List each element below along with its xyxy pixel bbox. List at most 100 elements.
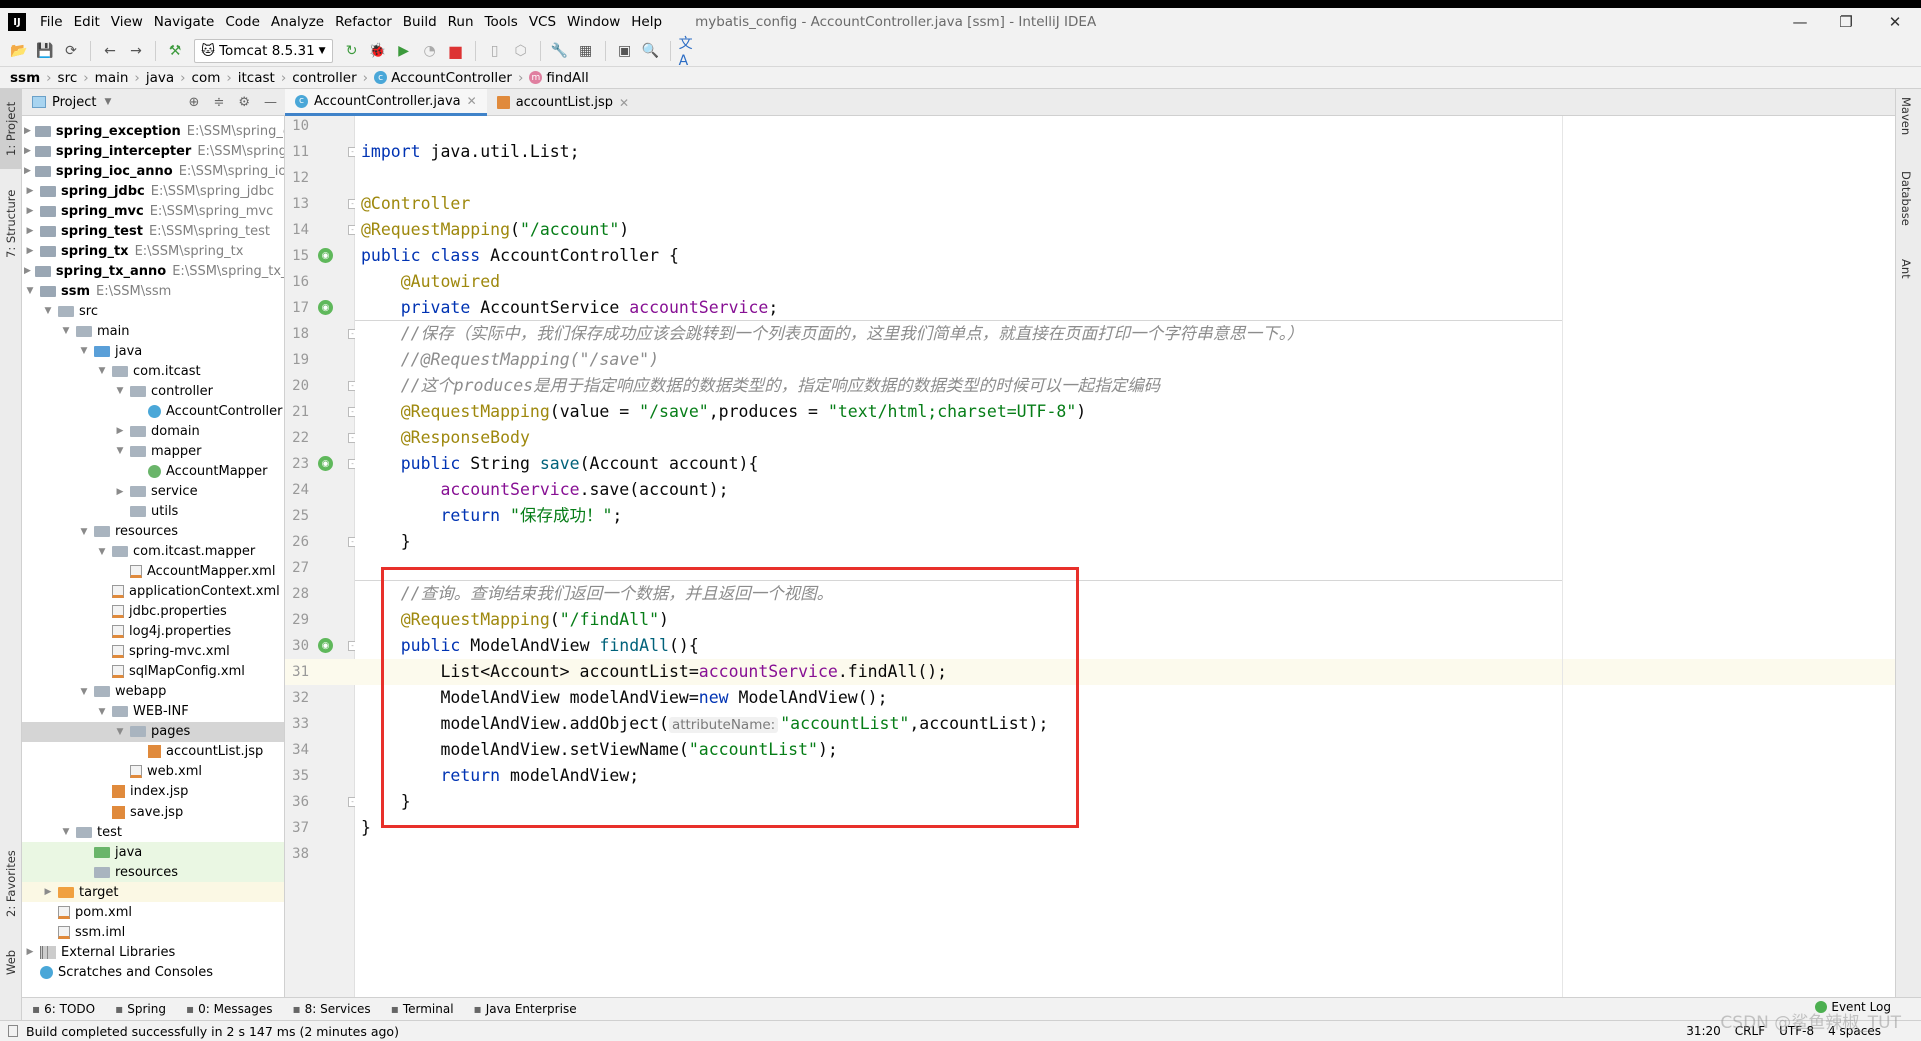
menu-vcs[interactable]: VCS <box>529 14 556 30</box>
tree-item[interactable]: ▶ spring_exception E:\SSM\spring_exce <box>22 121 284 141</box>
tree-item[interactable]: save.jsp <box>22 802 284 822</box>
tree-item[interactable]: sqlMapConfig.xml <box>22 662 284 682</box>
collapse-all-icon[interactable]: ≑ <box>213 95 224 110</box>
tree-item[interactable]: ▶ spring_tx_anno E:\SSM\spring_tx_anno <box>22 261 284 281</box>
tree-item[interactable]: ▶ spring_tx E:\SSM\spring_tx <box>22 241 284 261</box>
favorites-tool-tab[interactable]: 2: Favorites <box>0 839 22 929</box>
expanded-arrow-icon[interactable]: ▼ <box>78 527 90 537</box>
tree-item[interactable]: jdbc.properties <box>22 602 284 622</box>
breadcrumb-item[interactable]: ssm <box>10 70 40 86</box>
tree-item[interactable]: ▼ pages <box>22 721 284 742</box>
run-configuration-select[interactable]: 🐱 Tomcat 8.5.31 ▼ <box>194 39 333 63</box>
breadcrumb-item[interactable]: c AccountController <box>374 70 512 86</box>
tree-item[interactable]: ▼ controller <box>22 381 284 401</box>
expanded-arrow-icon[interactable]: ▼ <box>96 707 108 717</box>
expanded-arrow-icon[interactable]: ▼ <box>114 727 126 737</box>
tree-item[interactable]: java <box>22 842 284 863</box>
tree-item[interactable]: ▼ resources <box>22 522 284 542</box>
breadcrumb-item[interactable]: controller <box>292 70 356 86</box>
expanded-arrow-icon[interactable]: ▼ <box>78 687 90 697</box>
collapsed-arrow-icon[interactable]: ▶ <box>42 887 54 897</box>
tree-item[interactable]: ▶ External Libraries <box>22 942 284 962</box>
tool-6-todo[interactable]: ▪ 6: TODO <box>32 1002 95 1016</box>
tree-item[interactable]: utils <box>22 502 284 522</box>
menu-tools[interactable]: Tools <box>485 14 518 30</box>
collapsed-arrow-icon[interactable]: ▶ <box>24 146 31 156</box>
menu-view[interactable]: View <box>111 14 143 30</box>
tree-item[interactable]: ▶ service <box>22 482 284 502</box>
expanded-arrow-icon[interactable]: ▼ <box>114 386 126 396</box>
breadcrumb-item[interactable]: itcast <box>238 70 275 86</box>
tool-0-messages[interactable]: ▪ 0: Messages <box>186 1002 272 1016</box>
tree-item[interactable]: web.xml <box>22 762 284 782</box>
build-hammer-icon[interactable]: ⚒ <box>164 40 186 62</box>
tool-8-services[interactable]: ▪ 8: Services <box>292 1002 370 1016</box>
collapsed-arrow-icon[interactable]: ▶ <box>24 166 31 176</box>
menu-help[interactable]: Help <box>631 14 662 30</box>
expanded-arrow-icon[interactable]: ▼ <box>42 306 54 316</box>
code-editor[interactable]: import java.util.List; @Controller @Reques… <box>355 116 1895 997</box>
settings-wrench-icon[interactable]: 🔧 <box>549 40 571 62</box>
tree-item[interactable]: applicationContext.xml <box>22 582 284 602</box>
collapsed-arrow-icon[interactable]: ▶ <box>24 126 31 136</box>
tool-spring[interactable]: ▪ Spring <box>115 1002 166 1016</box>
tab-accountlist-jsp[interactable]: accountList.jsp ✕ <box>487 89 639 116</box>
menu-refactor[interactable]: Refactor <box>335 14 392 30</box>
collapsed-arrow-icon[interactable]: ▶ <box>24 947 36 957</box>
menu-analyze[interactable]: Analyze <box>271 14 324 30</box>
spring-bean-gutter-icon[interactable]: ◉ <box>318 300 333 315</box>
tree-item[interactable]: AccountMapper.xml <box>22 562 284 582</box>
tree-item[interactable]: ▼ test <box>22 822 284 842</box>
open-icon[interactable]: 📂 <box>8 40 30 62</box>
spring-bean-gutter-icon[interactable]: ◉ <box>318 456 333 471</box>
tree-item[interactable]: log4j.properties <box>22 622 284 642</box>
update-app-icon[interactable]: ▯ <box>484 40 506 62</box>
stop-icon[interactable]: ■ <box>445 40 467 62</box>
tree-item[interactable]: ▶ spring_intercepter E:\SSM\spring_inte <box>22 141 284 161</box>
tab-accountcontroller-java[interactable]: c AccountController.java ✕ <box>285 89 487 116</box>
tree-item[interactable]: index.jsp <box>22 782 284 802</box>
close-icon[interactable]: ✕ <box>467 94 477 108</box>
restore-button[interactable]: ❐ <box>1823 8 1869 36</box>
collapsed-arrow-icon[interactable]: ▶ <box>24 266 31 276</box>
tree-item[interactable]: ▶ spring_mvc E:\SSM\spring_mvc <box>22 201 284 221</box>
tree-item[interactable]: AccountMapper <box>22 462 284 482</box>
breadcrumb-item[interactable]: main <box>95 70 129 86</box>
tree-item[interactable]: ▶ domain <box>22 421 284 441</box>
database-tool-tab[interactable]: Database <box>1899 171 1913 226</box>
forward-icon[interactable]: → <box>125 40 147 62</box>
coverage-icon[interactable]: ▶ <box>393 40 415 62</box>
close-icon[interactable]: ✕ <box>619 96 629 110</box>
gear-icon[interactable]: ⚙ <box>238 95 250 110</box>
tree-item[interactable]: resources <box>22 862 284 883</box>
project-structure-icon[interactable]: ▦ <box>575 40 597 62</box>
tree-item[interactable]: ▼ webapp <box>22 682 284 702</box>
tree-item[interactable]: accountList.jsp <box>22 742 284 762</box>
run-anything-icon[interactable]: ▣ <box>614 40 636 62</box>
hide-icon[interactable]: — <box>264 95 277 110</box>
tool-terminal[interactable]: ▪ Terminal <box>391 1002 454 1016</box>
translate-icon[interactable]: 文A <box>679 36 701 69</box>
menu-build[interactable]: Build <box>403 14 437 30</box>
menu-window[interactable]: Window <box>567 14 620 30</box>
breadcrumb-item[interactable]: src <box>58 70 78 86</box>
tree-item[interactable]: ▶ spring_test E:\SSM\spring_test <box>22 221 284 241</box>
expanded-arrow-icon[interactable]: ▼ <box>60 326 72 336</box>
spring-bean-gutter-icon[interactable]: ◉ <box>318 638 333 653</box>
tree-item[interactable]: ▼ java <box>22 341 284 361</box>
tree-item[interactable]: ▼ ssm E:\SSM\ssm <box>22 281 284 301</box>
locate-icon[interactable]: ⊕ <box>189 95 200 110</box>
profile-icon[interactable]: ◔ <box>419 40 441 62</box>
search-icon[interactable]: 🔍 <box>640 40 662 62</box>
breadcrumb-item[interactable]: m findAll <box>529 70 589 86</box>
breadcrumb-item[interactable]: com <box>192 70 221 86</box>
expanded-arrow-icon[interactable]: ▼ <box>114 446 126 456</box>
menu-code[interactable]: Code <box>225 14 260 30</box>
menu-file[interactable]: File <box>40 14 63 30</box>
tree-item[interactable]: ▶ spring_jdbc E:\SSM\spring_jdbc <box>22 181 284 201</box>
deploy-icon[interactable]: ⬡ <box>510 40 532 62</box>
tool-java-enterprise[interactable]: ▪ Java Enterprise <box>474 1002 577 1016</box>
spring-bean-gutter-icon[interactable]: ◉ <box>318 248 333 263</box>
expanded-arrow-icon[interactable]: ▼ <box>24 286 36 296</box>
tree-item[interactable]: ▼ WEB-INF <box>22 702 284 722</box>
